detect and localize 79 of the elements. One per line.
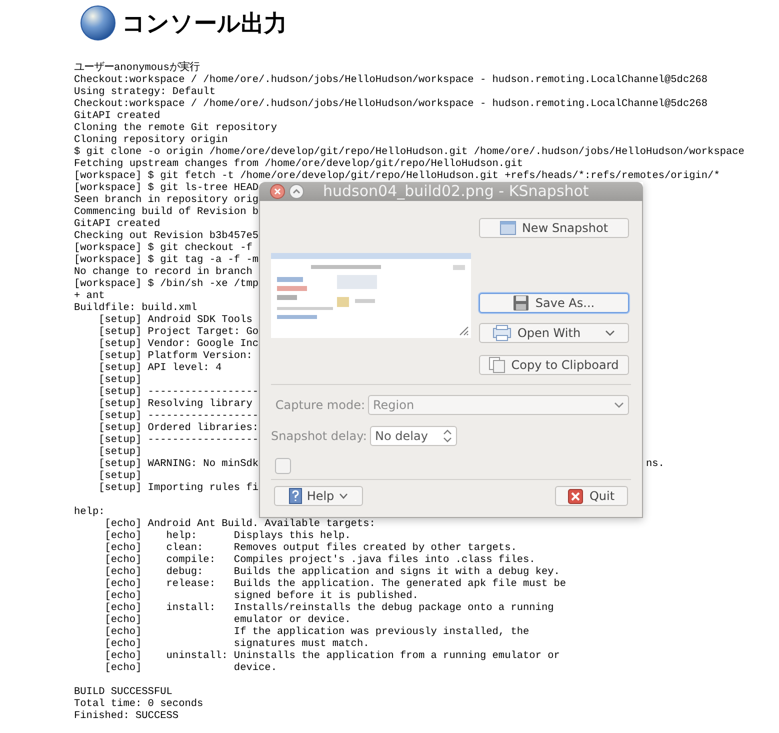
console-line: ユーザーanonymousが実行 (74, 62, 200, 74)
chevron-down-icon (614, 402, 624, 408)
toolbar-button[interactable]: Open With (479, 323, 629, 343)
console-line: [workspace] $ /bin/sh -xe /tmp (74, 278, 259, 290)
console-line: [echo] emulator or device. (104, 614, 351, 626)
console-line: [setup] ------------------ (98, 434, 259, 446)
console-line: Finished: SUCCESS (74, 710, 179, 722)
console-line: [echo] release: Builds the application. The generated apk file must be (104, 578, 566, 590)
console-line: [echo] uninstall: Uninstalls the application from a running emulator or (104, 650, 560, 662)
console-line: Checkout:workspace / /home/ore/.hudson/jobs/HelloHudson/workspace - hudson.remoting.LocalChannel@5dc268 (74, 98, 708, 110)
console-line: Cloning repository origin (74, 134, 228, 146)
console-line: [setup] Platform Version: (98, 350, 252, 362)
console-line: [setup] Importing rules fi (98, 482, 259, 494)
console-line: [echo] install: Installs/reinstalls the debug package onto a running (104, 602, 554, 614)
console-line: [setup] ------------------ (98, 410, 259, 422)
resize-grip-icon[interactable] (457, 324, 469, 336)
console-line: ns. (646, 458, 664, 470)
toolbar-button[interactable]: Copy to Clipboard (479, 355, 629, 375)
console-line: BUILD SUCCESSFUL (74, 686, 172, 698)
console-line: [setup] Android SDK Tools (98, 314, 252, 326)
chevron-down-icon (339, 493, 348, 499)
spinbox-value: No delay (375, 428, 428, 445)
console-line: GitAPI created (74, 218, 160, 230)
console-line: Cloning the remote Git repository (74, 122, 277, 134)
page-title: コンソール出力 (122, 8, 287, 38)
quit-button[interactable]: Quit (555, 486, 628, 506)
console-line: [echo] signatures must match. (104, 638, 370, 650)
toolbar-button[interactable]: Save As... (479, 293, 629, 313)
console-line: [setup] (98, 446, 142, 458)
help-button[interactable]: Help (274, 486, 363, 506)
field-label: Capture mode: (274, 397, 365, 414)
delay-spinbox[interactable]: No delay (370, 426, 457, 446)
console-line: Checking out Revision b3b457e5 (74, 230, 259, 242)
console-line: [workspace] $ git tag -a -f -m (74, 254, 259, 266)
console-line: [echo] debug: Builds the application and signs it with a debug key. (104, 566, 560, 578)
console-line: Total time: 0 seconds (74, 698, 204, 710)
console-line: [echo] device. (104, 662, 277, 674)
console-line: [echo] If the application was previously installed, the (104, 626, 530, 638)
dropdown-value: Region (373, 397, 414, 414)
console-line: $ git clone -o origin /home/ore/develop/git/repo/HelloHudson.git /home/ore/.hudson/jobs/HelloHudson/workspace (74, 146, 744, 158)
sphere-icon (80, 5, 116, 41)
help-icon (288, 488, 302, 504)
console-line: Checkout:workspace / /home/ore/.hudson/jobs/HelloHudson/workspace - hudson.remoting.LocalChannel@5dc268 (74, 74, 708, 86)
console-line: [echo] help: Displays this help. (104, 530, 351, 542)
console-line: [echo] clean: Removes output files created by other targets. (104, 542, 517, 554)
field-label: Snapshot delay: (271, 428, 365, 445)
console-line: + ant (74, 290, 105, 302)
console-line: [setup] WARNING: No minSdk (98, 458, 259, 470)
console-line: [workspace] $ git ls-tree HEAD (74, 182, 259, 194)
console-line: [setup] API level: 4 (98, 362, 222, 374)
checkbox[interactable] (275, 458, 291, 474)
console-line: Fetching upstream changes from /home/ore/develop/git/repo/HelloHudson.git (74, 158, 524, 170)
console-line: GitAPI created (74, 110, 160, 122)
console-line: [setup] Vendor: Google Inc (98, 338, 259, 350)
console-line: [workspace] $ git checkout -f (74, 242, 252, 254)
console-line: [echo] compile: Compiles project's .java files into .class files. (104, 554, 536, 566)
copy-pages-icon (489, 357, 506, 373)
console-line: help: (74, 506, 105, 518)
close-icon (568, 488, 584, 504)
chevron-up-icon[interactable] (289, 184, 304, 199)
chevron-down-icon (604, 330, 615, 336)
console-line: Using strategy: Default (74, 86, 216, 98)
console-line: Commencing build of Revision b (74, 206, 259, 218)
console-line: [echo] Android Ant Build. Available targets: (104, 518, 376, 530)
window-title: hudson04_build02.png - KSnapshot (323, 181, 589, 202)
console-line: Seen branch in repository orig (74, 194, 259, 206)
console-line: [setup] (98, 374, 142, 386)
console-line: [setup] Project Target: Go (98, 326, 259, 338)
console-line: [setup] Resolving library (98, 398, 252, 410)
console-line: [setup] (98, 470, 142, 482)
console-line: [setup] ------------------ (98, 386, 259, 398)
console-line: [echo] signed before it is published. (104, 590, 418, 602)
close-icon[interactable] (270, 184, 285, 199)
toolbar-button[interactable]: New Snapshot (479, 218, 629, 238)
console-line: Buildfile: build.xml (74, 302, 198, 314)
up-down-arrows-icon (443, 429, 452, 443)
console-line: [workspace] $ git fetch -t /home/ore/develop/git/repo/HelloHudson.git +refs/heads/*:refs/remotes/origin/* (74, 170, 720, 182)
console-line: No change to record in branch (74, 266, 252, 278)
console-line: [setup] Ordered libraries: (98, 422, 259, 434)
